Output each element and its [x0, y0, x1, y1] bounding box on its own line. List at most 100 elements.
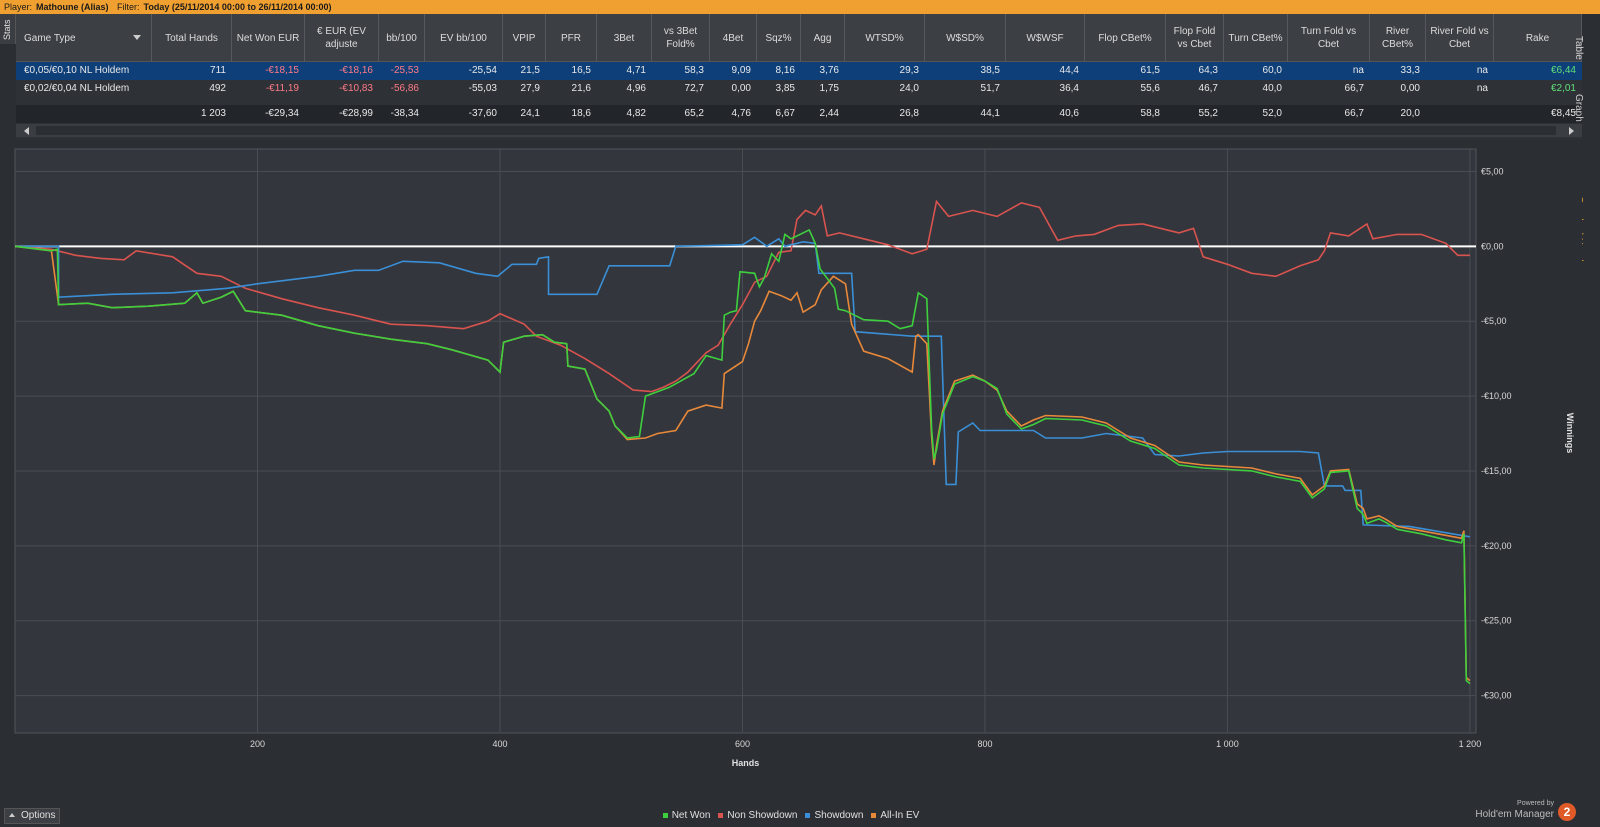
- table-cell: €0,05/€0,10 NL Holdem: [24, 65, 130, 76]
- table-cell: 3,76: [819, 65, 839, 76]
- y-tick-label: €0,00: [1481, 241, 1504, 251]
- table-cell: na: [1352, 65, 1364, 76]
- table-cell: 9,09: [731, 65, 751, 76]
- column-header[interactable]: Sqz%: [757, 14, 801, 62]
- table-cell: 8,16: [775, 65, 795, 76]
- table-cell: -€11,19: [265, 83, 299, 94]
- table-cell: [16, 105, 152, 123]
- column-header[interactable]: River Fold vs Cbet: [1426, 14, 1494, 62]
- player-name[interactable]: Mathoune (Alias): [36, 2, 109, 12]
- table-cell: 60,0: [1262, 65, 1282, 76]
- table-cell: 492: [209, 83, 226, 94]
- table-cell: 4,76: [731, 108, 751, 119]
- tab-table[interactable]: Table: [1573, 36, 1584, 60]
- table-cell: €6,44: [1550, 65, 1576, 76]
- column-header[interactable]: PFR: [546, 14, 597, 62]
- filter-label: Filter:: [117, 2, 140, 12]
- table-cell: 72,7: [684, 83, 704, 94]
- table-cell: 711: [210, 65, 226, 76]
- legend-label: Net Won: [671, 810, 711, 821]
- column-header[interactable]: € EUR (EV adjuste: [305, 14, 379, 62]
- table-cell: na: [1476, 83, 1488, 94]
- legend-label: All-In EV: [880, 810, 920, 821]
- y-axis-label: Winnings: [1565, 413, 1575, 453]
- winnings-chart: €5,00 €0,00 -€5,00 -€10,00 -€15,00 -€20,00 -€2…: [14, 148, 1575, 768]
- legend-item[interactable]: Non Showdown: [718, 810, 797, 821]
- table-cell: -25,54: [468, 65, 497, 76]
- column-header[interactable]: VPIP: [503, 14, 546, 62]
- column-header[interactable]: Rake: [1494, 14, 1582, 62]
- filter-value[interactable]: Today (25/11/2014 00:00 to 26/11/2014 00…: [144, 2, 332, 12]
- column-header[interactable]: W$SD%: [925, 14, 1006, 62]
- stats-table: Game Type Total Hands Net Won EUR € EUR (EV…: [16, 14, 1582, 139]
- y-tick-label: -€30,00: [1481, 691, 1512, 701]
- brand: Powered by Hold'em Manager: [1475, 798, 1554, 820]
- column-header[interactable]: 3Bet: [597, 14, 652, 62]
- stats-side-tab[interactable]: Stats: [0, 14, 16, 44]
- column-header[interactable]: Game Type: [16, 14, 152, 62]
- column-header[interactable]: vs 3Bet Fold%: [652, 14, 710, 62]
- column-header[interactable]: EV bb/100: [425, 14, 503, 62]
- column-header[interactable]: Flop CBet%: [1085, 14, 1166, 62]
- column-header[interactable]: Agg: [801, 14, 845, 62]
- table-cell: 55,2: [1198, 108, 1218, 119]
- column-header[interactable]: Turn Fold vs Cbet: [1288, 14, 1370, 62]
- table-cell: -€28,99: [339, 108, 373, 119]
- legend-label: Showdown: [814, 810, 864, 821]
- column-header[interactable]: Net Won EUR: [232, 14, 305, 62]
- table-header: Game Type Total Hands Net Won EUR € EUR (EV…: [16, 14, 1582, 62]
- table-cell: 33,3: [1400, 65, 1420, 76]
- scrollbar-thumb[interactable]: [36, 126, 1556, 135]
- tab-graph[interactable]: Graph: [1573, 94, 1584, 122]
- column-header[interactable]: WTSD%: [845, 14, 925, 62]
- legend-swatch-icon: [871, 812, 877, 818]
- player-label: Player:: [4, 2, 33, 12]
- table-cell: 3,85: [775, 83, 795, 94]
- column-header[interactable]: Turn CBet%: [1224, 14, 1288, 62]
- table-row[interactable]: €0,05/€0,10 NL Holdem 711 -€18,15 -€18,16 -2…: [16, 62, 1582, 80]
- scroll-left-icon[interactable]: [24, 127, 29, 135]
- table-cell: -25,53: [390, 65, 419, 76]
- column-header[interactable]: Total Hands: [152, 14, 232, 62]
- legend-label: Non Showdown: [727, 810, 798, 821]
- table-cell: [1426, 105, 1494, 123]
- table-cell: 29,3: [899, 65, 919, 76]
- table-cell: 24,0: [899, 83, 919, 94]
- column-header[interactable]: 4Bet: [710, 14, 757, 62]
- table-cell: 55,6: [1140, 83, 1160, 94]
- table-cell: 21,6: [571, 83, 591, 94]
- legend-item[interactable]: All-In EV: [871, 810, 919, 821]
- column-header[interactable]: bb/100: [379, 14, 425, 62]
- table-cell: 64,3: [1198, 65, 1218, 76]
- y-tick-label: -€25,00: [1481, 616, 1512, 626]
- table-cell: -55,03: [468, 83, 497, 94]
- legend-swatch-icon: [662, 812, 668, 818]
- totals-row[interactable]: 1 203 -€29,34 -€28,99 -38,34 -37,60 24,1 18,6 4…: [16, 105, 1582, 123]
- right-side-tabs: [1582, 14, 1600, 827]
- y-tick-label: -€5,00: [1481, 316, 1507, 326]
- legend-item[interactable]: Showdown: [805, 810, 863, 821]
- legend-item[interactable]: Net Won: [662, 810, 711, 821]
- table-cell: 26,8: [899, 108, 919, 119]
- table-cell: 66,7: [1344, 108, 1364, 119]
- table-cell: €8,45: [1550, 108, 1576, 119]
- column-header[interactable]: Flop Fold vs Cbet: [1166, 14, 1224, 62]
- table-row[interactable]: €0,02/€0,04 NL Holdem 492 -€11,19 -€10,83 -5…: [16, 80, 1582, 98]
- hm2-logo-icon: 2: [1558, 803, 1576, 821]
- table-cell: 51,7: [980, 83, 1000, 94]
- table-cell: 65,2: [684, 108, 704, 119]
- horizontal-scrollbar[interactable]: [16, 124, 1582, 137]
- x-tick-label: 600: [735, 739, 750, 749]
- column-header[interactable]: W$WSF: [1006, 14, 1085, 62]
- table-cell: -56,86: [390, 83, 419, 94]
- x-tick-label: 200: [250, 739, 265, 749]
- table-cell: 4,71: [626, 65, 646, 76]
- sort-dropdown-icon[interactable]: [133, 35, 141, 40]
- powered-by-text: Powered by: [1517, 800, 1554, 807]
- scroll-right-icon[interactable]: [1569, 127, 1574, 135]
- table-cell: €2,01: [1550, 83, 1576, 94]
- chart-legend: Net Won Non Showdown Showdown All-In EV: [0, 810, 1582, 821]
- table-cell: 4,96: [626, 83, 646, 94]
- column-header[interactable]: River CBet%: [1370, 14, 1426, 62]
- table-cell: 18,6: [571, 108, 591, 119]
